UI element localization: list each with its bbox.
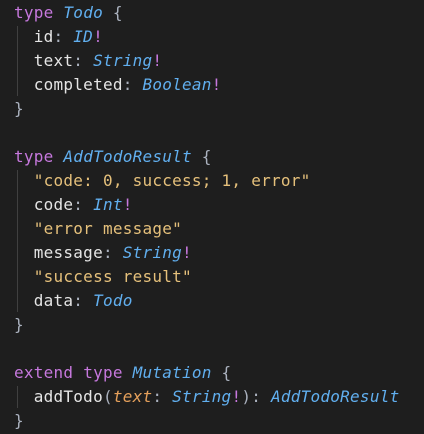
code-line[interactable]: id: ID! bbox=[14, 25, 399, 49]
code-token: ( bbox=[102, 387, 113, 406]
code-line[interactable]: "error message" bbox=[14, 217, 399, 241]
code-token: extend bbox=[14, 363, 74, 382]
code-token: } bbox=[14, 99, 24, 118]
code-line[interactable] bbox=[14, 121, 399, 145]
code-token: ): bbox=[241, 387, 271, 406]
code-token: Mutation bbox=[132, 363, 212, 382]
code-line[interactable]: "success result" bbox=[14, 265, 399, 289]
code-token: : bbox=[73, 291, 94, 310]
code-token: Boolean bbox=[142, 75, 212, 94]
code-line[interactable]: data: Todo bbox=[14, 289, 399, 313]
code-editor[interactable]: type Todo { id: ID! text: String! comple… bbox=[0, 0, 424, 434]
code-token: text bbox=[33, 51, 74, 70]
code-token: AddTodoResult bbox=[270, 387, 400, 406]
code-token: { bbox=[191, 147, 212, 166]
code-line[interactable]: type Todo { bbox=[14, 1, 399, 25]
code-token: "error message" bbox=[33, 219, 183, 238]
code-line[interactable]: code: Int! bbox=[14, 193, 399, 217]
code-token: text bbox=[112, 387, 153, 406]
code-token: type bbox=[14, 3, 54, 22]
code-token: : bbox=[73, 51, 94, 70]
code-token: : bbox=[73, 195, 94, 214]
code-token: ! bbox=[152, 51, 163, 70]
code-token: addTodo bbox=[33, 387, 103, 406]
code-line[interactable]: extend type Mutation { bbox=[14, 361, 399, 385]
code-token: } bbox=[14, 411, 24, 430]
code-token: "success result" bbox=[33, 267, 192, 286]
code-line[interactable]: "code: 0, success; 1, error" bbox=[14, 169, 399, 193]
code-token: Int bbox=[93, 195, 123, 214]
code-token: String bbox=[93, 51, 153, 70]
code-token: AddTodoResult bbox=[63, 147, 192, 166]
code-token: message bbox=[33, 243, 103, 262]
code-token: : bbox=[122, 75, 143, 94]
code-token: ! bbox=[211, 75, 222, 94]
code-token: : bbox=[152, 387, 173, 406]
code-token: Todo bbox=[93, 291, 133, 310]
code-token: ! bbox=[93, 27, 103, 46]
code-token: } bbox=[14, 315, 24, 334]
code-token: data bbox=[33, 291, 74, 310]
code-token: code bbox=[33, 195, 74, 214]
code-token: Todo bbox=[63, 3, 103, 22]
code-token: ! bbox=[231, 387, 242, 406]
code-token: ID bbox=[73, 27, 94, 46]
code-token: "code: 0, success; 1, error" bbox=[33, 171, 311, 190]
code-line[interactable]: completed: Boolean! bbox=[14, 73, 399, 97]
code-line[interactable]: text: String! bbox=[14, 49, 399, 73]
code-text[interactable]: type Todo { id: ID! text: String! comple… bbox=[14, 1, 399, 433]
code-line[interactable] bbox=[14, 337, 399, 361]
code-token: completed bbox=[33, 75, 123, 94]
code-token: type bbox=[14, 147, 54, 166]
code-token: String bbox=[172, 387, 232, 406]
code-token: : bbox=[102, 243, 123, 262]
code-token: : bbox=[53, 27, 74, 46]
code-line[interactable]: type AddTodoResult { bbox=[14, 145, 399, 169]
code-token: type bbox=[83, 363, 123, 382]
code-token: id bbox=[33, 27, 54, 46]
code-token: ! bbox=[182, 243, 192, 262]
code-token: String bbox=[122, 243, 183, 262]
code-token: ! bbox=[122, 195, 133, 214]
code-line[interactable]: } bbox=[14, 97, 399, 121]
code-token: { bbox=[211, 363, 232, 382]
code-line[interactable]: } bbox=[14, 313, 399, 337]
code-line[interactable]: } bbox=[14, 409, 399, 433]
code-token: { bbox=[102, 3, 123, 22]
code-line[interactable]: addTodo(text: String!): AddTodoResult bbox=[14, 385, 399, 409]
code-line[interactable]: message: String! bbox=[14, 241, 399, 265]
